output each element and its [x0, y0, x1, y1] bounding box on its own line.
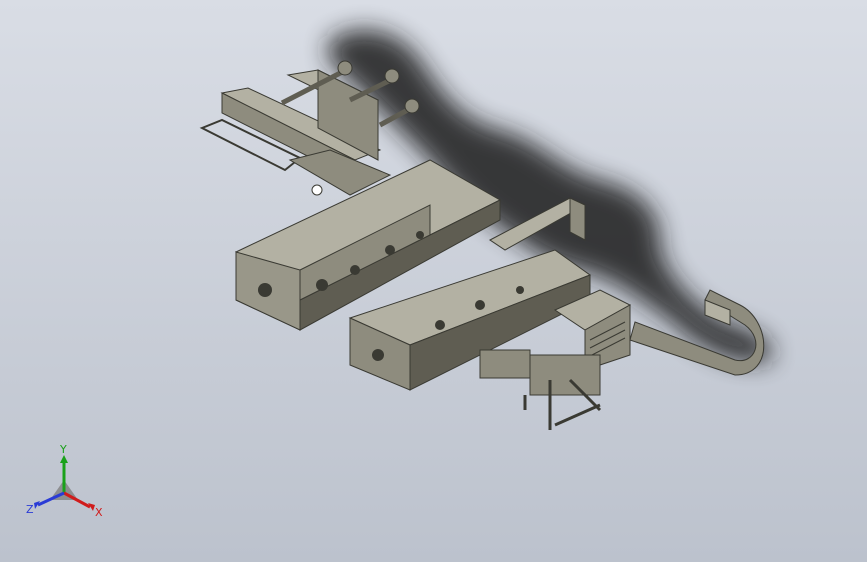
graphics-viewport[interactable]: Y X Z	[0, 0, 867, 562]
lower-mechanism[interactable]	[479, 349, 602, 430]
top-bracket-assembly[interactable]	[199, 60, 420, 196]
x-axis-label: X	[95, 506, 103, 519]
z-axis-label: Z	[26, 503, 34, 516]
y-axis-arrow	[60, 455, 68, 463]
y-axis-label: Y	[59, 445, 67, 456]
orientation-triad[interactable]: Y X Z	[20, 445, 110, 525]
cad-model-scene[interactable]	[0, 0, 867, 562]
